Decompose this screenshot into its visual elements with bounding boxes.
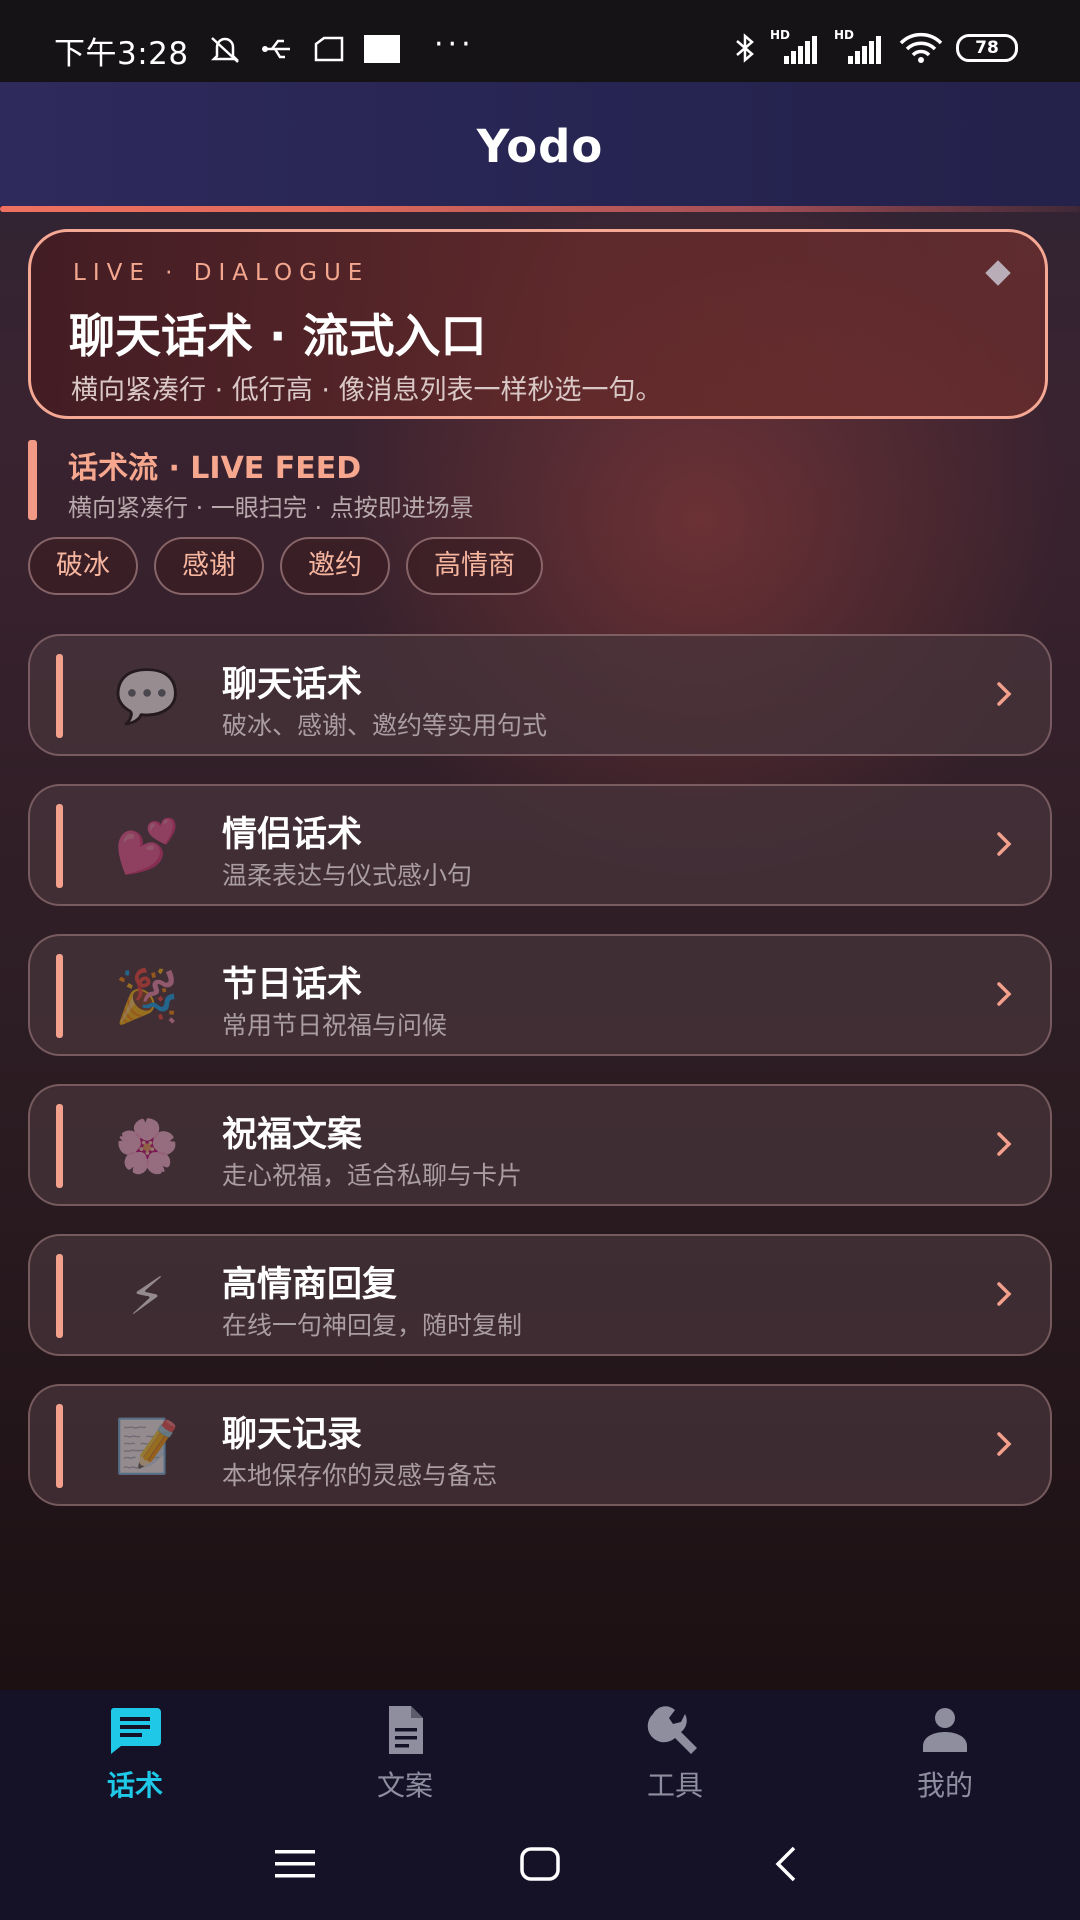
category-card[interactable]: 💕 情侣话术温柔表达与仪式感小句 [28,784,1052,906]
section-accent-bar [28,440,37,520]
nav-tab-me[interactable]: 我的 [845,1704,1045,1804]
mute-bell-icon [210,37,240,63]
card-title: 聊天记录 [222,1415,363,1455]
bottom-navigation: 话术 文案 工具 我的 [0,1690,1080,1810]
category-card[interactable]: 🌸 祝福文案走心祝福，适合私聊与卡片 [28,1084,1052,1206]
battery-level: 78 [975,38,999,58]
signal-1-icon: HD [770,28,822,64]
wifi-icon [899,32,943,63]
hero-title: 聊天话术 · 流式入口 [69,309,487,363]
header-accent-line [0,206,1080,212]
nav-label-scripts: 话术 [106,1769,163,1802]
section-title: 话术流 · LIVE FEED [68,451,362,486]
diamond-icon [985,260,1011,286]
two-hearts-icon: 💕 [114,817,180,877]
back-icon[interactable] [772,1846,798,1882]
card-title: 高情商回复 [222,1265,398,1305]
status-bar: 下午3:28 ··· HD HD 78 [0,0,1080,82]
nav-tab-tools[interactable]: 工具 [575,1704,775,1804]
chip-icebreak[interactable]: 破冰 [28,537,138,595]
category-card[interactable]: 💬 聊天话术破冰、感谢、邀约等实用句式 [28,634,1052,756]
home-icon[interactable] [520,1846,560,1882]
chevron-right-icon [997,982,1012,1006]
chip-thanks[interactable]: 感谢 [154,537,264,595]
bluetooth-icon [736,33,754,63]
chevron-right-icon [997,1132,1012,1156]
notification-square-icon [364,35,400,63]
card-subtitle: 破冰、感谢、邀约等实用句式 [222,711,548,740]
card-accent-bar [56,1254,63,1338]
card-subtitle: 走心祝福，适合私聊与卡片 [222,1161,523,1190]
signal-2-icon: HD [834,28,886,64]
card-accent-bar [56,1104,63,1188]
folder-icon [314,36,344,62]
card-title: 节日话术 [222,965,363,1005]
card-accent-bar [56,804,63,888]
card-accent-bar [56,1404,63,1488]
category-card[interactable]: 🎉 节日话术常用节日祝福与问候 [28,934,1052,1056]
card-title: 祝福文案 [222,1115,363,1155]
battery-icon: 78 [956,34,1018,62]
tag-chips: 破冰 感谢 邀约 高情商 [28,537,543,595]
chip-high-eq[interactable]: 高情商 [406,537,543,595]
party-popper-icon: 🎉 [114,967,180,1027]
chat-icon [110,1708,161,1754]
hero-kicker: LIVE · DIALOGUE [73,260,370,286]
chip-invite[interactable]: 邀约 [280,537,390,595]
menu-icon[interactable] [275,1848,315,1880]
document-icon [389,1706,423,1754]
cherry-blossom-icon: 🌸 [114,1117,180,1177]
card-subtitle: 在线一句神回复，随时复制 [222,1311,523,1340]
section-subtitle: 横向紧凑行 · 一眼扫完 · 点按即进场景 [68,494,474,522]
nav-tab-copywriting[interactable]: 文案 [305,1704,505,1804]
nav-label-me: 我的 [916,1769,973,1802]
card-subtitle: 本地保存你的灵感与备忘 [222,1461,498,1490]
card-subtitle: 温柔表达与仪式感小句 [222,861,473,890]
hero-banner[interactable]: LIVE · DIALOGUE 聊天话术 · 流式入口 横向紧凑行 · 低行高 … [28,229,1048,419]
nav-label-tools: 工具 [646,1769,703,1802]
wrench-icon [647,1706,697,1754]
card-accent-bar [56,954,63,1038]
hero-subtitle: 横向紧凑行 · 低行高 · 像消息列表一样秒选一句。 [71,375,663,406]
card-title: 聊天话术 [222,665,363,705]
app-title: Yodo [476,120,604,173]
card-accent-bar [56,654,63,738]
nav-tab-scripts[interactable]: 话术 [35,1704,235,1804]
person-icon [923,1708,967,1752]
memo-icon: 📝 [114,1417,180,1477]
status-time: 下午3:28 [54,36,189,72]
chevron-right-icon [997,832,1012,856]
status-right-icons: HD HD 78 [732,28,1018,64]
more-notifications-icon: ··· [434,26,475,62]
category-card[interactable]: 📝 聊天记录本地保存你的灵感与备忘 [28,1384,1052,1506]
system-navigation-bar [0,1810,1080,1920]
category-card[interactable]: ⚡ 高情商回复在线一句神回复，随时复制 [28,1234,1052,1356]
app-header: Yodo [0,82,1080,206]
card-title: 情侣话术 [222,815,363,855]
speech-bubble-icon: 💬 [114,667,180,727]
usb-icon [262,39,290,59]
chevron-right-icon [997,1282,1012,1306]
status-left-icons: ··· [208,27,475,64]
lightning-icon: ⚡ [128,1267,166,1327]
nav-label-copywriting: 文案 [376,1769,433,1802]
chevron-right-icon [997,1432,1012,1456]
card-subtitle: 常用节日祝福与问候 [222,1011,448,1040]
chevron-right-icon [997,682,1012,706]
